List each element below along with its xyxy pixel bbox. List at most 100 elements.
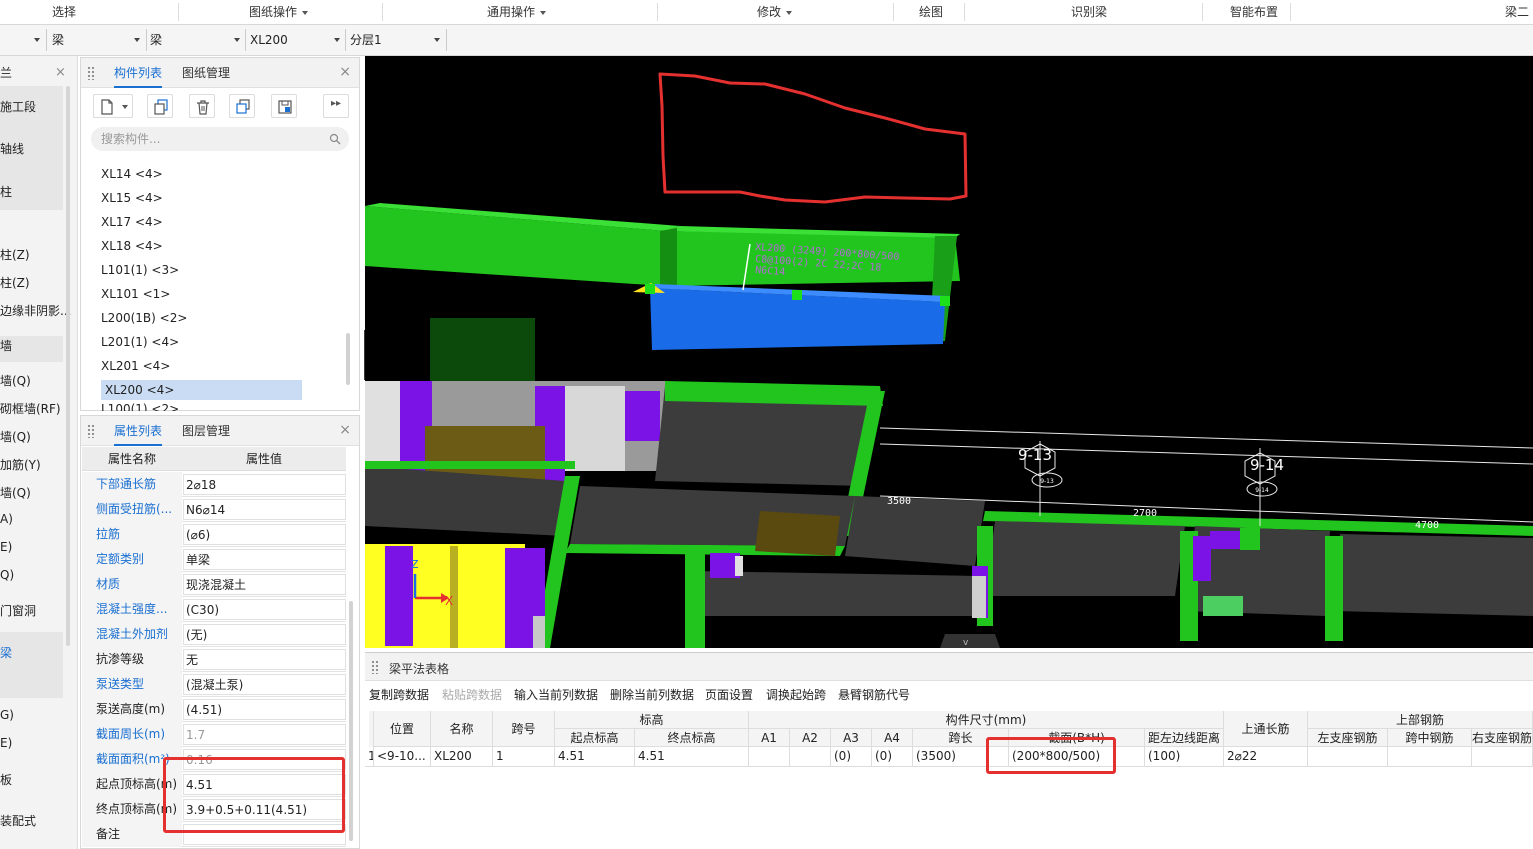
cell-span[interactable]: 1 — [493, 747, 555, 767]
property-scrollbar[interactable] — [349, 601, 353, 841]
paste-span-data-button[interactable]: 粘贴跨数据 — [442, 686, 502, 703]
property-row[interactable]: 抗渗等级无 — [82, 647, 346, 672]
cell-right-support[interactable] — [1472, 747, 1533, 767]
property-value-field[interactable]: 1.7 — [183, 724, 346, 745]
property-row[interactable]: 混凝土外加剂 (无) — [82, 622, 346, 647]
ribbon-select[interactable]: 选择 — [52, 0, 76, 24]
component-item[interactable]: XL101 <1> — [101, 284, 170, 304]
component-item[interactable]: L101(1) <3> — [101, 260, 179, 280]
component-item[interactable]: L100(1) <2> — [101, 402, 179, 411]
nav-item-reinforcement-y[interactable]: 加筋(Y) — [0, 456, 41, 473]
nav-scrollbar[interactable] — [66, 86, 70, 646]
nav-item-construction-section[interactable]: 施工段 — [0, 98, 36, 115]
cell-a4[interactable]: (0) — [872, 747, 913, 767]
property-value-field[interactable]: (C30) — [183, 599, 346, 620]
property-row[interactable]: 泵送高度(m) (4.51) — [82, 697, 346, 722]
nav-item-q[interactable]: Q) — [0, 568, 14, 582]
property-row[interactable]: 定额类别 单梁 — [82, 547, 346, 572]
new-component-button[interactable] — [93, 94, 133, 118]
property-value-field[interactable]: (⌀6) — [183, 524, 346, 545]
property-row[interactable]: 泵送类型 (混凝土泵) — [82, 672, 346, 697]
close-icon[interactable]: × — [339, 64, 351, 80]
component-search-input[interactable]: 搜索构件... — [91, 127, 349, 151]
property-row[interactable]: 材质 现浇混凝土 — [82, 572, 346, 597]
cell-left-support[interactable] — [1308, 747, 1388, 767]
more-tools-button[interactable]: ▸▸ — [323, 94, 349, 118]
close-icon[interactable]: × — [55, 65, 66, 80]
ribbon-general-ops[interactable]: 通用操作 — [487, 0, 547, 24]
nav-item-g[interactable]: G) — [0, 708, 14, 722]
ribbon-modify[interactable]: 修改 — [757, 0, 793, 24]
cell-end-elev[interactable]: 4.51 — [635, 747, 749, 767]
nav-item-prefab[interactable]: 装配式 — [0, 812, 36, 829]
cell-start-elev[interactable]: 4.51 — [555, 747, 635, 767]
delete-column-data-button[interactable]: 删除当前列数据 — [610, 686, 694, 703]
row-index[interactable]: 1 — [365, 747, 374, 767]
copy-component-button[interactable] — [147, 94, 173, 118]
cell-pos[interactable]: <9-10... — [374, 747, 431, 767]
copy-span-data-button[interactable]: 复制跨数据 — [369, 686, 429, 703]
drag-handle-icon[interactable] — [87, 424, 95, 438]
nav-item-wall-q3[interactable]: 墙(Q) — [0, 484, 31, 501]
drag-handle-icon[interactable] — [87, 66, 95, 80]
component-select[interactable]: XL200 — [246, 29, 344, 51]
cantilever-rebar-code-button[interactable]: 悬臂钢筋代号 — [838, 686, 910, 703]
cell-a2[interactable] — [790, 747, 831, 767]
3d-viewport[interactable]: XL200 (3249) 200*800/500 C8@100(2) 2C 22… — [365, 56, 1533, 648]
property-value-field[interactable]: 单梁 — [183, 549, 346, 570]
nav-item-edge-non-shadow[interactable]: 边缘非阴影... — [0, 302, 71, 319]
nav-item-slab[interactable]: 板 — [0, 771, 12, 788]
nav-item-beam[interactable]: 梁 — [0, 644, 12, 661]
property-row[interactable]: 截面周长(m) 1.7 — [82, 722, 346, 747]
page-setup-button[interactable]: 页面设置 — [705, 686, 753, 703]
property-value-field[interactable]: (无) — [183, 624, 346, 645]
layer-select[interactable]: 分层1 — [346, 29, 444, 51]
component-item[interactable]: XL17 <4> — [101, 212, 163, 232]
floor-select[interactable] — [0, 29, 44, 51]
component-item[interactable]: XL201 <4> — [101, 356, 170, 376]
component-item[interactable]: L200(1B) <2> — [101, 308, 187, 328]
cell-a3[interactable]: (0) — [831, 747, 872, 767]
property-value-field[interactable]: 无 — [183, 649, 346, 670]
cell-top-continuous[interactable]: 2⌀22 — [1224, 747, 1308, 767]
property-value-field[interactable]: 2⌀18 — [183, 474, 346, 495]
save-template-button[interactable] — [271, 94, 297, 118]
property-value-field[interactable]: (4.51) — [183, 699, 346, 720]
cell-a1[interactable] — [749, 747, 790, 767]
delete-component-button[interactable] — [189, 94, 215, 118]
property-value-field[interactable]: 现浇混凝土 — [183, 574, 346, 595]
grip-point[interactable] — [645, 284, 655, 294]
grip-point[interactable] — [940, 296, 950, 306]
property-row[interactable]: 下部通长筋 2⌀18 — [82, 472, 346, 497]
swap-start-span-button[interactable]: 调换起始跨 — [766, 686, 826, 703]
property-value-field[interactable]: N6⌀14 — [183, 499, 346, 520]
input-column-data-button[interactable]: 输入当前列数据 — [514, 686, 598, 703]
cell-mid-span[interactable] — [1388, 747, 1472, 767]
tab-layer-management[interactable]: 图层管理 — [182, 416, 230, 446]
property-row[interactable]: 拉筋 (⌀6) — [82, 522, 346, 547]
component-item[interactable]: XL14 <4> — [101, 164, 163, 184]
component-item[interactable]: L201(1) <4> — [101, 332, 179, 352]
category-select[interactable]: 梁 — [48, 29, 144, 51]
component-list-scrollbar[interactable] — [346, 333, 350, 385]
property-row[interactable]: 混凝土强度... (C30) — [82, 597, 346, 622]
property-row[interactable]: 侧面受扭筋(... N6⌀14 — [82, 497, 346, 522]
cell-name[interactable]: XL200 — [431, 747, 493, 767]
nav-item-door-window[interactable]: 门窗洞 — [0, 602, 36, 619]
cell-left-distance[interactable]: (100) — [1145, 747, 1224, 767]
copy-floor-button[interactable] — [229, 94, 255, 118]
tab-component-list[interactable]: 构件列表 — [114, 58, 163, 88]
nav-item-column-z2[interactable]: 柱(Z) — [0, 274, 30, 291]
grip-point[interactable] — [792, 290, 802, 300]
nav-item-a[interactable]: A) — [0, 512, 13, 526]
nav-item-e2[interactable]: E) — [0, 736, 12, 750]
ribbon-recognize-beam[interactable]: 识别梁 — [1071, 0, 1107, 24]
drag-handle-icon[interactable] — [371, 660, 379, 674]
tab-property-list[interactable]: 属性列表 — [114, 416, 163, 446]
property-value-field[interactable]: (混凝土泵) — [183, 674, 346, 695]
ribbon-draw[interactable]: 绘图 — [919, 0, 943, 24]
nav-item-masonry-frame-wall[interactable]: 砌框墙(RF) — [0, 400, 61, 417]
bottom-panel-grip[interactable] — [940, 634, 1000, 648]
nav-item-column[interactable]: 柱 — [0, 183, 12, 200]
nav-item-axis[interactable]: 轴线 — [0, 140, 24, 157]
